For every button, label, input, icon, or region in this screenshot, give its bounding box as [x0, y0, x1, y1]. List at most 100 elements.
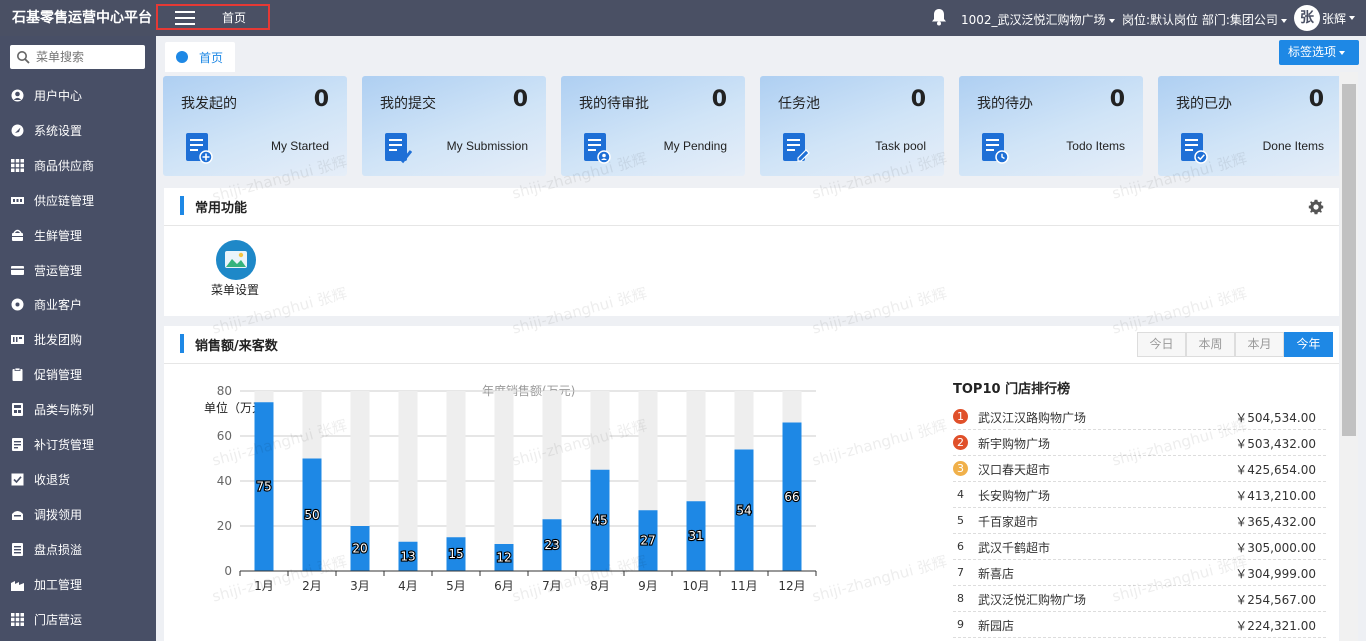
sidebar-item[interactable]: 营运管理	[0, 256, 156, 286]
post-select-label: 岗位:默认岗位 部门:集团公司	[1122, 13, 1278, 27]
range-tab[interactable]: 本月	[1235, 332, 1284, 357]
ranking-store-name: 武汉千鹤超市	[978, 541, 1051, 555]
sidebar-item[interactable]: 盘点损溢	[0, 535, 156, 565]
menu-toggle-area[interactable]: 首页	[156, 4, 270, 30]
store-icon	[11, 612, 24, 626]
ranking-number: 2	[953, 435, 968, 450]
store-select-label: 1002_武汉泛悦汇购物广场	[961, 13, 1106, 27]
range-tab[interactable]: 今年	[1284, 332, 1333, 357]
tab-options-label: 标签选项	[1288, 45, 1337, 59]
ranking-row: 3 汉口春天超市 ￥425,654.00	[953, 456, 1326, 482]
ranking-store-name: 千百家超市	[978, 515, 1039, 529]
ranking-value: ￥413,210.00	[1235, 489, 1316, 503]
sidebar-item[interactable]: 品类与陈列	[0, 395, 156, 425]
menu-search-input[interactable]	[36, 48, 140, 66]
x-tick-label: 9月	[638, 579, 658, 593]
bar-value-label: 75	[256, 480, 271, 494]
ranking-value: ￥224,321.00	[1235, 619, 1316, 633]
avatar[interactable]: 张	[1294, 5, 1320, 31]
sidebar-item[interactable]: 商品供应商	[0, 151, 156, 181]
chevron-down-icon	[1339, 50, 1346, 55]
ranking-value: ￥425,654.00	[1235, 463, 1316, 477]
user-menu[interactable]: 张张辉	[1294, 5, 1356, 31]
ranking-title: TOP10 门店排行榜	[953, 382, 1071, 397]
sidebar-item-label: 商品供应商	[34, 158, 95, 173]
bar-value-label: 23	[544, 538, 559, 552]
x-tick-label: 3月	[350, 579, 370, 593]
card-title: 我的待办	[977, 96, 1033, 112]
ranking-row: 8 武汉泛悦汇购物广场 ￥254,567.00	[953, 586, 1326, 612]
sidebar-item[interactable]: 生鲜管理	[0, 221, 156, 251]
bar-value-label: 66	[784, 490, 799, 504]
ranking-number: 8	[957, 592, 964, 605]
ranking-row: 2 新宇购物广场 ￥503,432.00	[953, 430, 1326, 456]
sidebar-item[interactable]: 促销管理	[0, 360, 156, 390]
range-tab[interactable]: 今日	[1137, 332, 1186, 357]
x-tick-label: 5月	[446, 579, 466, 593]
sidebar-item[interactable]: 调拨领用	[0, 500, 156, 530]
range-tab[interactable]: 本周	[1186, 332, 1235, 357]
sales-panel: 销售额/来客数 今日 本周 本月 今年 年度销售额(万元) 单位（万元） 0 20 40 6…	[164, 326, 1339, 641]
card-subtitle: My Started	[270, 139, 329, 153]
factory-icon	[11, 580, 24, 591]
tab-options-button[interactable]: 标签选项	[1279, 40, 1359, 65]
card-title: 任务池	[778, 96, 820, 112]
post-select[interactable]: 岗位:默认岗位 部门:集团公司	[1122, 11, 1287, 28]
vertical-scrollbar[interactable]	[1340, 72, 1358, 641]
top-bar: 石基零售运营中心平台 首页 1002_武汉泛悦汇购物广场 岗位:默认岗位 部门:…	[0, 0, 1366, 36]
ranking-row: 5 千百家超市 ￥365,432.00	[953, 508, 1326, 534]
x-tick-label: 6月	[494, 579, 514, 593]
menu-setting-label[interactable]: 菜单设置	[211, 281, 259, 298]
sidebar-item-label: 加工管理	[34, 577, 83, 592]
workflow-card[interactable]: 我的提交 0 My Submission	[362, 76, 546, 176]
menu-search-box[interactable]	[10, 45, 145, 69]
ranking-row: 6 武汉千鹤超市 ￥305,000.00	[953, 534, 1326, 560]
ranking-value: ￥503,432.00	[1235, 437, 1316, 451]
home-link[interactable]: 首页	[222, 9, 246, 26]
gear-icon[interactable]	[1308, 199, 1324, 215]
sidebar-item[interactable]: 门店营运	[0, 605, 156, 635]
sidebar-item[interactable]: 供应链管理	[0, 186, 156, 216]
workflow-card[interactable]: 我的已办 0 Done Items	[1158, 76, 1339, 176]
sidebar-item[interactable]: 收退货	[0, 465, 156, 495]
bar-value-label: 13	[400, 549, 415, 563]
x-tick-label: 10月	[682, 579, 709, 593]
sidebar-item-label: 盘点损溢	[34, 542, 83, 557]
doc-add-icon	[186, 133, 213, 164]
sidebar-item[interactable]: 加工管理	[0, 570, 156, 600]
sidebar-item[interactable]: 系统设置	[0, 116, 156, 146]
bell-icon[interactable]	[931, 8, 947, 26]
search-icon	[17, 51, 30, 64]
card-subtitle: My Pending	[663, 139, 727, 153]
bar-value-label: 31	[688, 529, 703, 543]
sidebar-item-label: 供应链管理	[34, 193, 95, 208]
store-select[interactable]: 1002_武汉泛悦汇购物广场	[961, 11, 1115, 28]
ranking-number: 4	[957, 488, 964, 501]
brand-title: 石基零售运营中心平台	[12, 10, 152, 26]
tab-home[interactable]: 首页	[165, 42, 235, 72]
doc-check-icon	[385, 133, 412, 164]
sidebar-item-label: 营运管理	[34, 263, 83, 278]
x-tick-label: 1月	[254, 579, 274, 593]
bar-value-label: 45	[592, 513, 607, 527]
sidebar-item[interactable]: 用户中心	[0, 81, 156, 111]
card-count: 0	[512, 87, 528, 112]
chevron-down-icon	[1349, 16, 1356, 20]
hamburger-icon[interactable]	[175, 11, 195, 25]
workflow-card[interactable]: 任务池 0 Task pool	[760, 76, 944, 176]
card-title: 我发起的	[181, 96, 237, 112]
username[interactable]: 张辉	[1322, 10, 1346, 27]
menu-setting-icon[interactable]	[216, 240, 256, 280]
sidebar-item[interactable]: 批发团购	[0, 325, 156, 355]
ranking-number: 6	[957, 540, 964, 553]
ranking-number: 1	[953, 409, 968, 424]
scrollbar-thumb[interactable]	[1342, 84, 1356, 436]
settings-icon	[11, 124, 24, 137]
workflow-card[interactable]: 我的待办 0 Todo Items	[959, 76, 1143, 176]
workflow-card[interactable]: 我发起的 0 My Started	[163, 76, 347, 176]
sidebar-item[interactable]: 补订货管理	[0, 430, 156, 460]
ranking-store-name: 武汉泛悦汇购物广场	[978, 593, 1087, 607]
sidebar-item[interactable]: 商业客户	[0, 290, 156, 320]
card-count: 0	[1109, 87, 1125, 112]
workflow-card[interactable]: 我的待审批 0 My Pending	[561, 76, 745, 176]
